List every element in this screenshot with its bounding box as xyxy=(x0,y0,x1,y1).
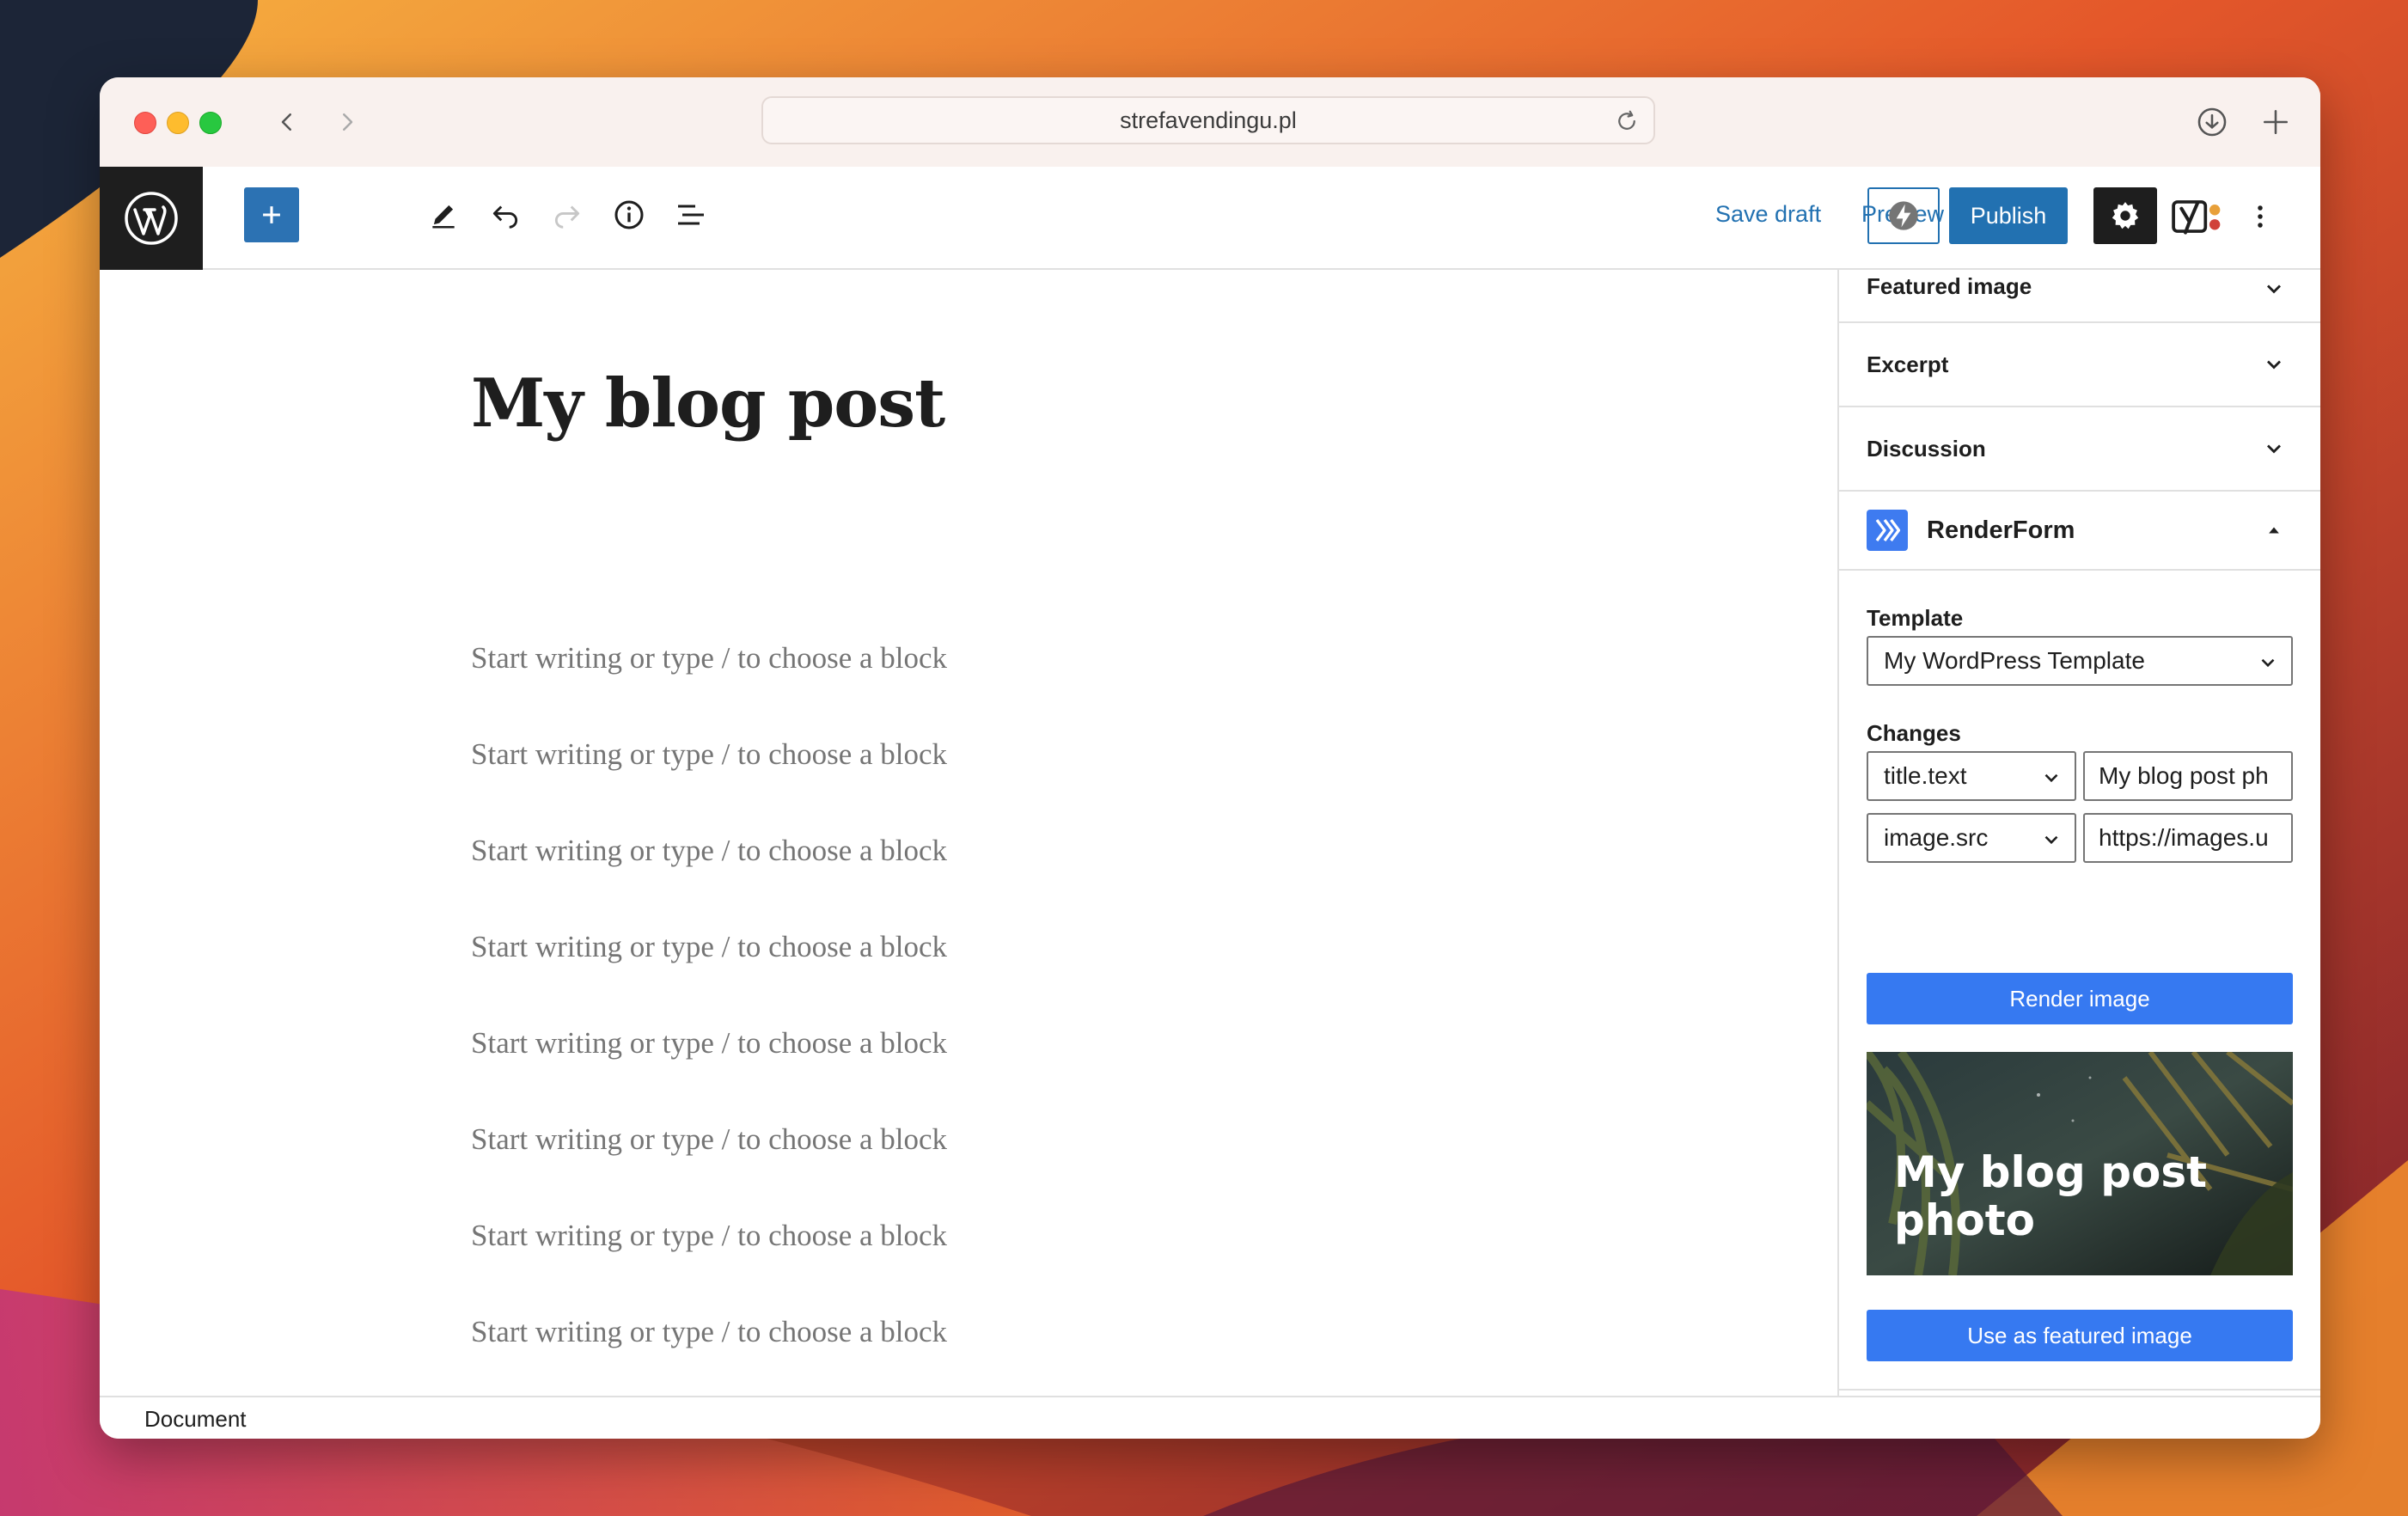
paragraph-block[interactable]: Start writing or type / to choose a bloc… xyxy=(471,1219,947,1253)
change-field-select[interactable]: image.src xyxy=(1867,813,2076,863)
details-button[interactable] xyxy=(602,187,657,242)
pencil-icon xyxy=(432,205,455,229)
chevron-right-icon xyxy=(343,113,353,131)
yoast-seo-button[interactable] xyxy=(2169,189,2226,244)
zoom-window-button[interactable] xyxy=(199,112,222,134)
paragraph-block[interactable]: Start writing or type / to choose a bloc… xyxy=(471,1026,947,1061)
options-menu-button[interactable] xyxy=(2243,189,2277,244)
settings-button[interactable] xyxy=(2093,187,2157,244)
list-view-button[interactable] xyxy=(663,187,718,242)
template-select-value: My WordPress Template xyxy=(1884,647,2145,674)
publish-button[interactable]: Publish xyxy=(1949,187,2068,244)
chevron-left-icon xyxy=(281,113,291,131)
paragraph-block[interactable]: Start writing or type / to choose a bloc… xyxy=(471,1122,947,1157)
chevron-down-icon xyxy=(2044,773,2058,783)
tools-button[interactable] xyxy=(416,187,471,242)
back-button[interactable] xyxy=(268,103,306,141)
breadcrumb-document[interactable]: Document xyxy=(144,1406,247,1433)
browser-window: strefavendingu.pl Save draft Publish My … xyxy=(100,77,2320,1439)
close-window-button[interactable] xyxy=(134,112,156,134)
panel-renderform-header[interactable]: RenderForm xyxy=(1839,492,2320,571)
panel-title: Featured image xyxy=(1867,273,2032,299)
plus-icon xyxy=(263,206,280,223)
chevron-down-icon xyxy=(2267,284,2281,294)
panel-title: Excerpt xyxy=(1867,351,1949,377)
change-field-value: title.text xyxy=(1884,762,1967,789)
gear-icon xyxy=(2112,202,2139,229)
address-bar[interactable]: strefavendingu.pl xyxy=(761,96,1655,144)
post-title[interactable]: My blog post xyxy=(471,364,945,443)
paragraph-block[interactable]: Start writing or type / to choose a bloc… xyxy=(471,641,947,675)
settings-sidebar: Featured image Excerpt Discussion Render… xyxy=(1837,270,2320,1396)
panel-excerpt[interactable]: Excerpt xyxy=(1839,323,2320,407)
change-field-value: image.src xyxy=(1884,824,1989,851)
use-as-featured-image-button[interactable]: Use as featured image xyxy=(1867,1310,2293,1361)
downloads-button[interactable] xyxy=(2191,101,2233,143)
panel-divider xyxy=(1839,1389,2320,1391)
plus-icon xyxy=(2263,109,2289,135)
wordpress-logo-icon xyxy=(125,192,178,245)
caret-up-icon xyxy=(2269,527,2279,534)
template-label: Template xyxy=(1867,605,1964,631)
wordpress-logo-button[interactable] xyxy=(100,167,203,270)
forward-button[interactable] xyxy=(328,103,366,141)
chevron-down-icon xyxy=(2267,444,2281,454)
block-inserter-button[interactable] xyxy=(244,187,299,242)
undo-button[interactable] xyxy=(478,187,533,242)
paragraph-block[interactable]: Start writing or type / to choose a bloc… xyxy=(471,930,947,964)
yoast-icon xyxy=(2172,200,2221,235)
template-select[interactable]: My WordPress Template xyxy=(1867,636,2293,686)
changes-label: Changes xyxy=(1867,720,1961,746)
chevron-down-icon xyxy=(2044,835,2058,845)
change-field-select[interactable]: title.text xyxy=(1867,751,2076,801)
paragraph-block[interactable]: Start writing or type / to choose a bloc… xyxy=(471,737,947,772)
renderform-logo-icon xyxy=(1867,510,1908,551)
more-vertical-icon xyxy=(2258,205,2263,228)
new-tab-button[interactable] xyxy=(2255,101,2296,143)
undo-icon xyxy=(492,205,518,229)
change-value-input[interactable] xyxy=(2083,813,2293,863)
minimize-window-button[interactable] xyxy=(167,112,189,134)
panel-discussion[interactable]: Discussion xyxy=(1839,407,2320,492)
url-text: strefavendingu.pl xyxy=(1120,107,1297,133)
panel-featured-image[interactable]: Featured image xyxy=(1839,270,2320,323)
renderform-title: RenderForm xyxy=(1927,516,2075,544)
download-icon xyxy=(2197,107,2227,137)
rendered-image-preview: My blog post photo xyxy=(1867,1052,2293,1275)
panel-title: Discussion xyxy=(1867,435,1986,462)
render-image-button[interactable]: Render image xyxy=(1867,973,2293,1024)
save-draft-button[interactable]: Save draft xyxy=(1715,201,1821,228)
redo-button[interactable] xyxy=(540,187,595,242)
info-icon xyxy=(614,200,644,229)
paragraph-block[interactable]: Start writing or type / to choose a bloc… xyxy=(471,834,947,868)
reload-icon[interactable] xyxy=(1614,108,1640,134)
jetpack-button[interactable] xyxy=(1867,187,1940,244)
preview-caption: My blog post photo xyxy=(1894,1147,2208,1245)
browser-chrome: strefavendingu.pl xyxy=(100,77,2320,168)
chevron-down-icon xyxy=(2267,360,2281,370)
editor-canvas[interactable]: My blog post Start writing or type / to … xyxy=(100,270,1837,1439)
editor-toolbar: Save draft Preview Publish xyxy=(100,167,2320,270)
paragraph-block[interactable]: Start writing or type / to choose a bloc… xyxy=(471,1315,947,1349)
redo-icon xyxy=(554,205,580,229)
block-breadcrumb-bar: Document xyxy=(100,1396,2320,1439)
chevron-down-icon xyxy=(2261,658,2275,668)
jetpack-bolt-icon xyxy=(1889,201,1918,230)
change-value-input[interactable] xyxy=(2083,751,2293,801)
list-view-icon xyxy=(678,205,704,225)
